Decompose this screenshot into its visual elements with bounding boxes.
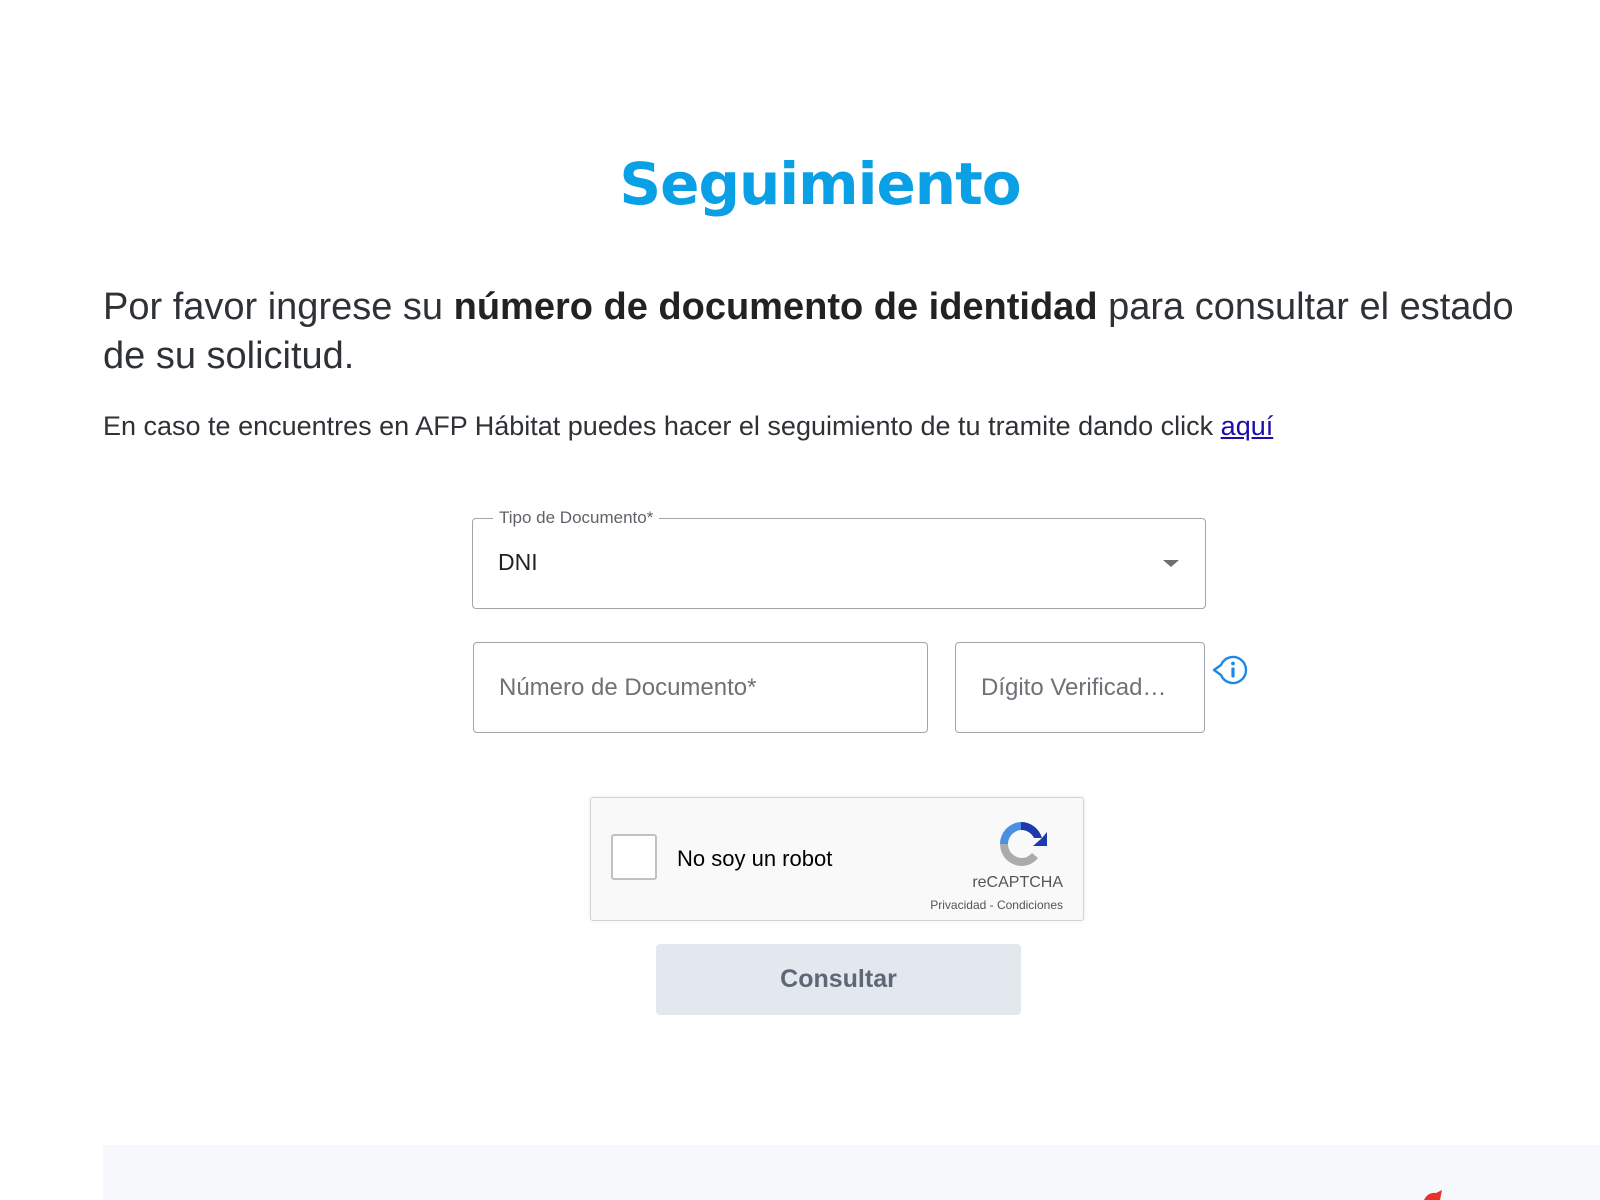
here-link[interactable]: aquí: [1221, 411, 1274, 441]
brand-logo-icon: [1424, 1190, 1442, 1200]
recaptcha-checkbox[interactable]: [611, 834, 657, 880]
habitat-note: En caso te encuentres en AFP Hábitat pue…: [103, 410, 1543, 442]
recaptcha-widget: No soy un robot reCAPTCHA Privacidad - C…: [590, 797, 1084, 921]
recaptcha-terms[interactable]: Privacidad - Condiciones: [930, 898, 1063, 912]
recaptcha-label: No soy un robot: [677, 846, 833, 871]
intro-text-before: Por favor ingrese su: [103, 286, 454, 328]
page-title: Seguimiento: [619, 150, 1021, 218]
footer-band: [103, 1145, 1600, 1200]
recaptcha-brand: reCAPTCHA: [972, 874, 1063, 891]
page: Seguimiento Por favor ingrese su número …: [0, 0, 1600, 1200]
intro-text-bold: número de documento de identidad: [453, 286, 1098, 328]
document-type-select[interactable]: Tipo de Documento* DNI: [472, 508, 1206, 609]
check-digit-field: [955, 642, 1205, 733]
document-type-value: DNI: [498, 549, 538, 575]
document-type-label: Tipo de Documento*: [493, 508, 660, 528]
check-digit-input[interactable]: [956, 643, 1204, 732]
consult-button[interactable]: Consultar: [656, 944, 1021, 1015]
document-number-input[interactable]: [474, 643, 927, 732]
caret-down-icon: [1163, 560, 1179, 567]
document-number-field: [473, 642, 928, 733]
habitat-note-text: En caso te encuentres en AFP Hábitat pue…: [103, 411, 1221, 441]
info-icon[interactable]: [1210, 652, 1254, 688]
recaptcha-logo-icon: [1000, 822, 1047, 866]
intro-text: Por favor ingrese su número de documento…: [103, 283, 1543, 381]
